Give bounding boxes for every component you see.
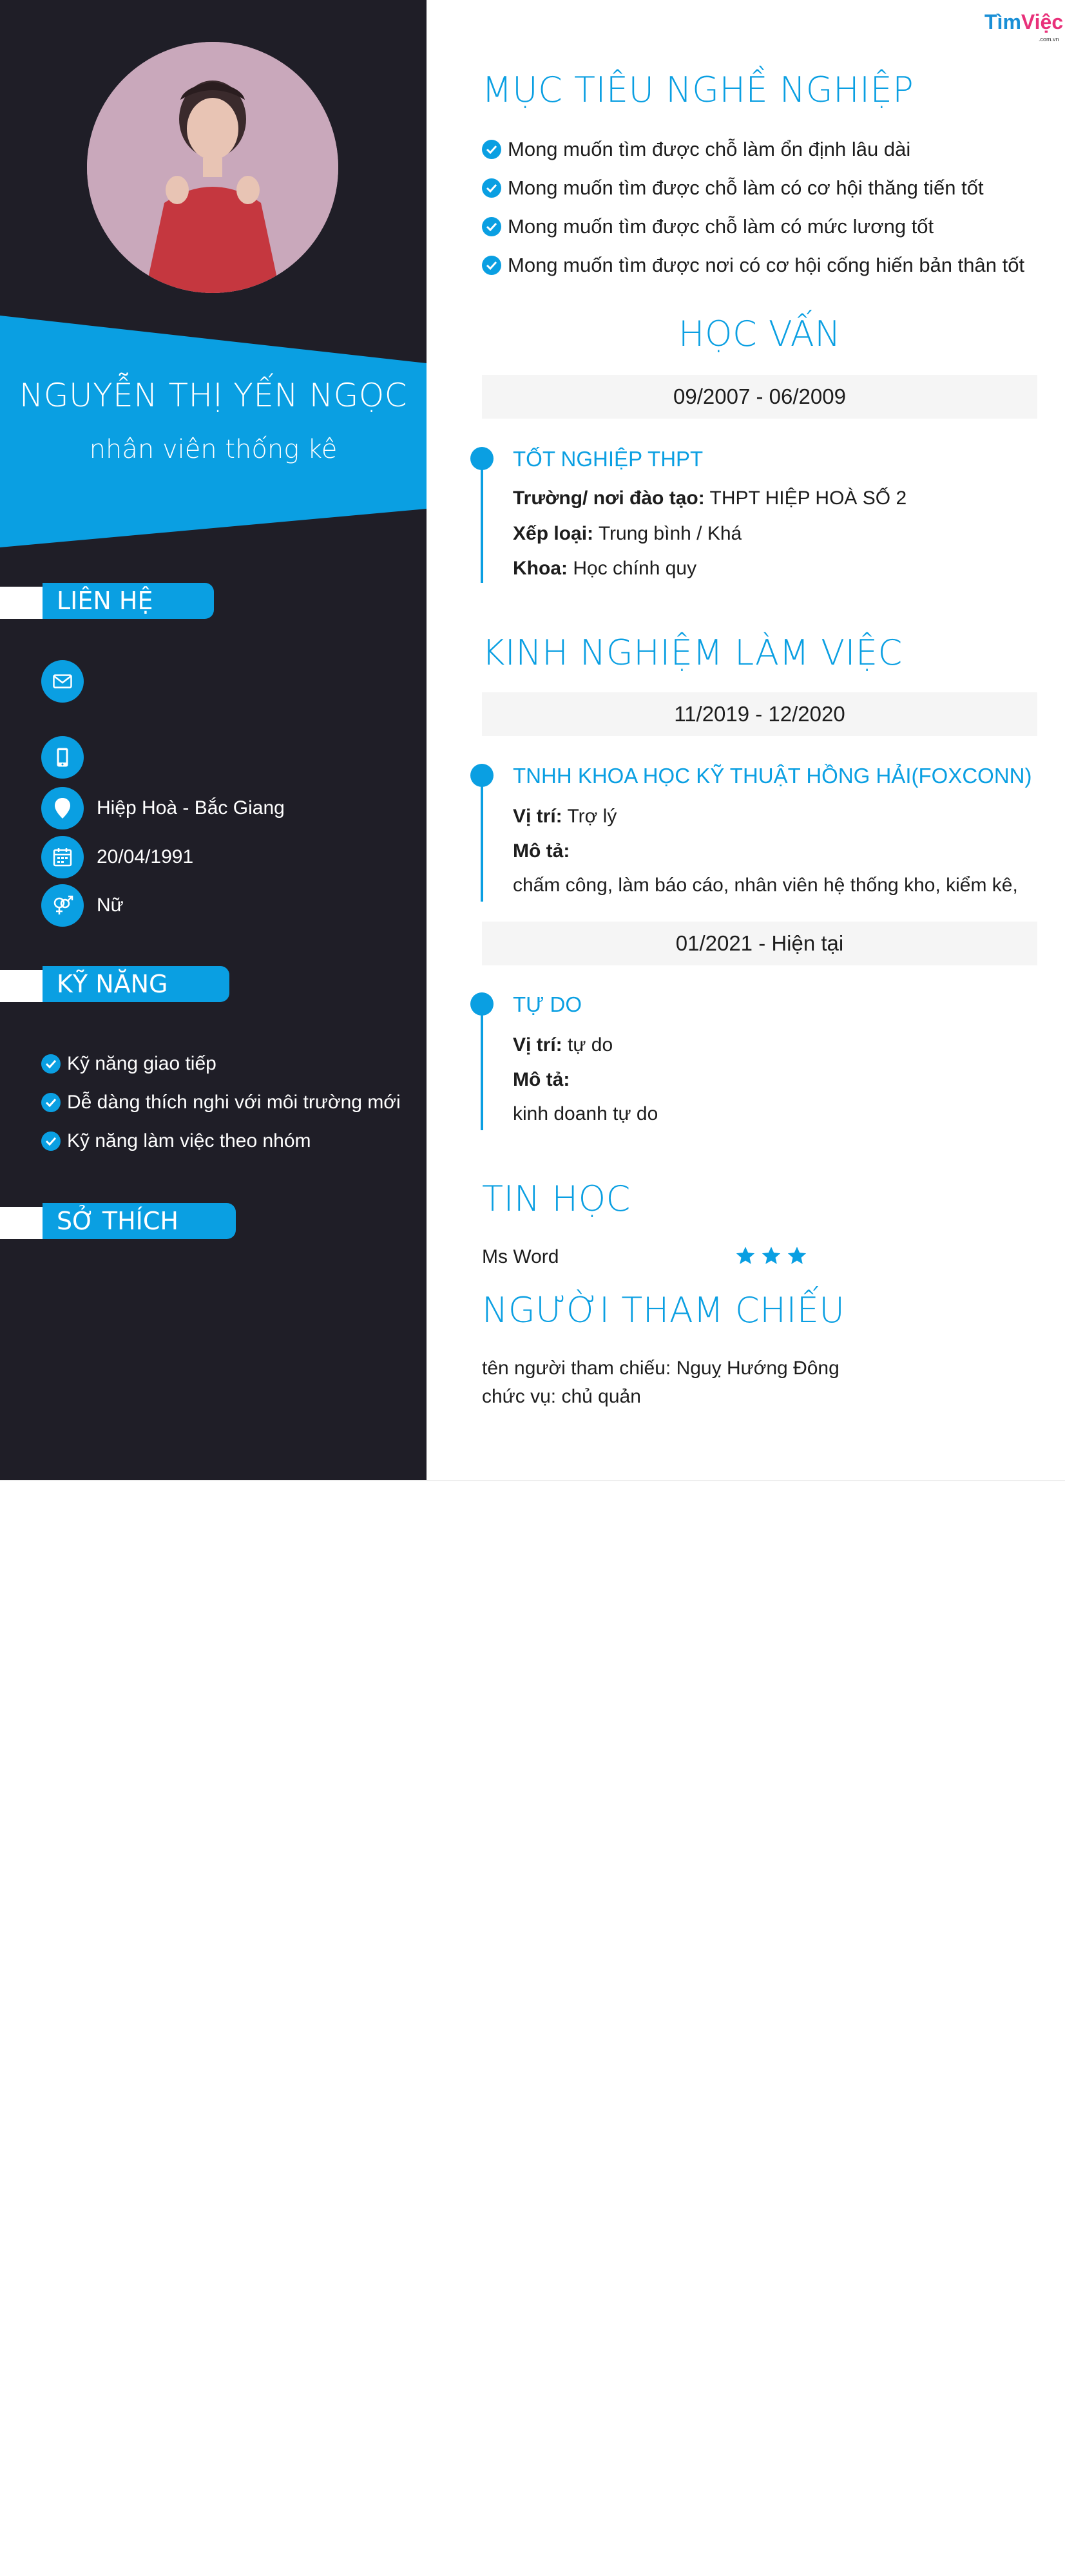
skill-item: Kỹ năng làm việc theo nhóm xyxy=(41,1128,311,1154)
objective-item: Mong muốn tìm được nơi có cơ hội cống hi… xyxy=(482,252,1024,278)
contact-phone[interactable] xyxy=(41,736,97,779)
timviec-logo[interactable]: TìmViệc xyxy=(984,10,1063,34)
education-school: Trường/ nơi đào tạo: THPT HIỆP HOÀ SỐ 2 xyxy=(513,488,907,509)
education-heading: HỌC VẤN xyxy=(678,314,841,354)
objective-item: Mong muốn tìm được chỗ làm có mức lương … xyxy=(482,214,934,240)
it-heading: TIN HỌC xyxy=(482,1179,631,1219)
skill-item: Kỹ năng giao tiếp xyxy=(41,1051,216,1077)
contact-heading: LIÊN HỆ xyxy=(0,583,232,619)
contact-address: Hiệp Hoà - Bắc Giang xyxy=(41,787,285,829)
avatar-photo xyxy=(87,42,338,293)
objective-item: Mong muốn tìm được chỗ làm ổn định lâu d… xyxy=(482,137,910,162)
job-title: nhân viên thống kê xyxy=(89,435,338,464)
full-name: NGUYỄN THỊ YẾN NGỌC xyxy=(19,377,408,414)
skill-item: Dễ dàng thích nghi với môi trường mới xyxy=(41,1090,401,1115)
check-icon xyxy=(482,256,501,275)
check-icon xyxy=(41,1093,61,1112)
experience-position: Vị trí: Trợ lý xyxy=(513,806,617,827)
reference-name: tên người tham chiếu: Nguỵ Hướng Đông xyxy=(482,1358,840,1379)
contact-email[interactable] xyxy=(41,660,97,703)
education-title: TỐT NGHIỆP THPT xyxy=(513,447,704,471)
reference-role: chức vụ: chủ quản xyxy=(482,1386,641,1407)
cv-page: NGUYỄN THỊ YẾN NGỌC nhân viên thống kê L… xyxy=(0,0,1065,1481)
calendar-icon xyxy=(41,836,84,878)
skills-heading: KỸ NĂNG xyxy=(0,966,232,1002)
timeline-line xyxy=(481,1004,483,1130)
check-icon xyxy=(482,217,501,236)
experience-desc: chấm công, làm báo cáo, nhân viên hệ thố… xyxy=(513,875,1018,896)
map-pin-icon xyxy=(41,787,84,829)
education-faculty: Khoa: Học chính quy xyxy=(513,558,697,579)
education-rank: Xếp loại: Trung bình / Khá xyxy=(513,523,742,544)
contact-gender: Nữ xyxy=(41,884,124,927)
objective-heading: MỤC TIÊU NGHỀ NGHIỆP xyxy=(482,70,914,110)
it-skill-name: Ms Word xyxy=(482,1246,559,1267)
experience-period: 01/2021 - Hiện tại xyxy=(482,922,1037,965)
name-banner xyxy=(0,316,427,547)
contact-birthday: 20/04/1991 xyxy=(41,836,193,878)
experience-desc-label: Mô tả: xyxy=(513,840,570,862)
experience-desc-label: Mô tả: xyxy=(513,1069,570,1090)
it-skill-rating xyxy=(734,1245,812,1267)
check-icon xyxy=(41,1132,61,1151)
gender-icon xyxy=(41,884,84,927)
sidebar: NGUYỄN THỊ YẾN NGỌC nhân viên thống kê L… xyxy=(0,0,427,1480)
timeline-line xyxy=(481,775,483,902)
experience-position: Vị trí: tự do xyxy=(513,1034,613,1056)
phone-icon xyxy=(41,736,84,779)
star-icon xyxy=(762,1246,781,1264)
star-icon xyxy=(736,1246,755,1264)
check-icon xyxy=(482,140,501,159)
check-icon xyxy=(41,1054,61,1074)
experience-company: TỰ DO xyxy=(513,992,582,1016)
experience-period: 11/2019 - 12/2020 xyxy=(482,692,1037,736)
experience-company: TNHH KHOA HỌC KỸ THUẬT HỒNG HẢI(FOXCONN) xyxy=(513,764,1032,788)
references-heading: NGƯỜI THAM CHIẾU xyxy=(482,1290,845,1331)
timeline-line xyxy=(481,459,483,583)
education-period: 09/2007 - 06/2009 xyxy=(482,375,1037,419)
envelope-icon xyxy=(41,660,84,703)
experience-desc: kinh doanh tự do xyxy=(513,1103,658,1124)
avatar xyxy=(87,42,338,293)
star-icon xyxy=(787,1246,807,1264)
page-bottom-divider xyxy=(0,1480,1065,1481)
experience-heading: KINH NGHIỆM LÀM VIỆC xyxy=(482,632,903,673)
objective-item: Mong muốn tìm được chỗ làm có cơ hội thă… xyxy=(482,175,984,201)
check-icon xyxy=(482,178,501,198)
hobbies-heading: SỞ THÍCH xyxy=(0,1203,236,1239)
logo-domain: .com.vn xyxy=(1039,36,1059,43)
